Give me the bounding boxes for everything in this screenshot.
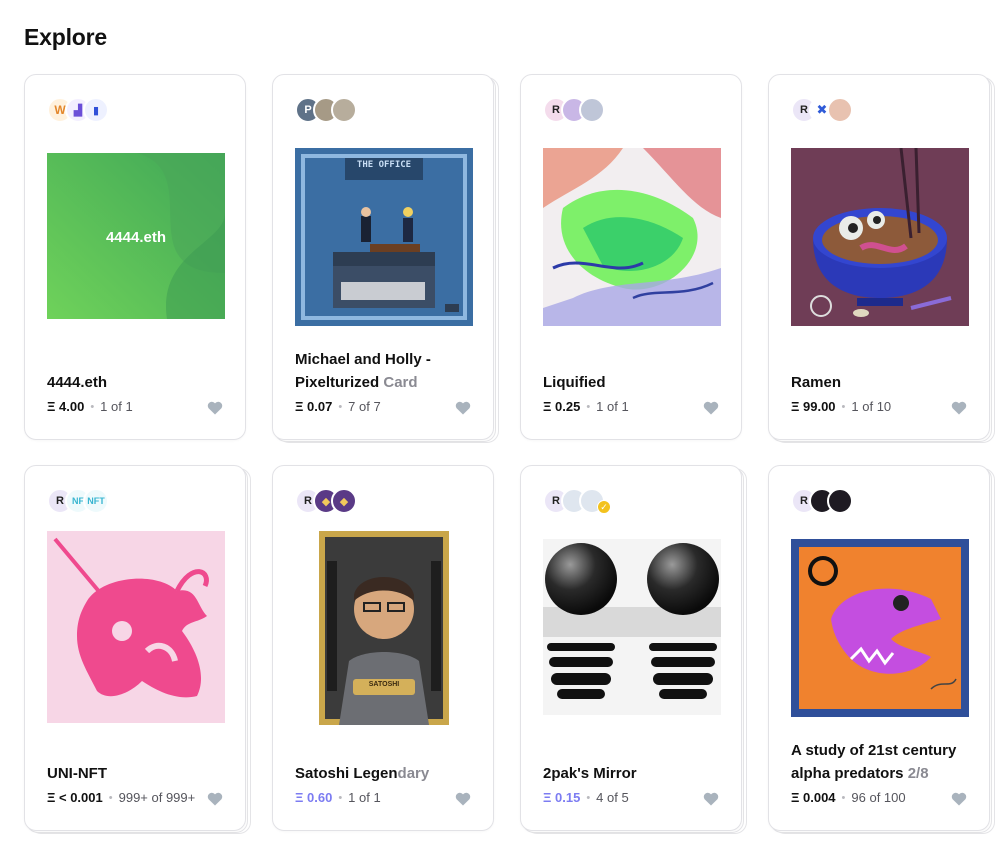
avatar[interactable]	[331, 97, 357, 123]
separator-dot: •	[338, 791, 343, 804]
nft-meta: Ξ 0.15 • 4 of 5	[543, 790, 629, 805]
heart-icon[interactable]	[951, 792, 967, 806]
nft-edition: 1 of 1	[100, 399, 133, 414]
nft-price: Ξ 0.07	[295, 399, 333, 414]
creator-avatars: R NF NFT	[47, 488, 109, 514]
nft-meta: Ξ 4.00 • 1 of 1	[47, 399, 133, 414]
nft-card[interactable]: R ✓ 2pak's Mirror Ξ 0.15 • 4 of 5	[520, 465, 747, 834]
nft-title[interactable]: 2pak's Mirror	[543, 762, 723, 785]
creator-avatars: R	[791, 488, 853, 514]
nft-thumbnail[interactable]	[47, 531, 225, 723]
heart-icon[interactable]	[455, 401, 471, 415]
nft-title[interactable]: Michael and Holly - Pixelturized Card	[295, 348, 475, 394]
creator-avatars: R ✖	[791, 97, 853, 123]
separator-dot: •	[586, 791, 591, 804]
separator-dot: •	[338, 400, 343, 413]
nft-card[interactable]: W ▟ ▮ 4444.eth 4444.eth Ξ 4.00 • 1 of 1	[24, 74, 248, 440]
nft-meta: Ξ 0.60 • 1 of 1	[295, 790, 381, 805]
avatar[interactable]	[579, 97, 605, 123]
nft-thumbnail[interactable]: ₿	[791, 539, 969, 717]
nft-thumbnail[interactable]: 4444.eth	[47, 153, 225, 319]
nft-meta: Ξ 0.004 • 96 of 100	[791, 790, 906, 805]
nft-price: Ξ < 0.001	[47, 790, 103, 805]
separator-dot: •	[586, 400, 591, 413]
avatar[interactable]: ◆	[331, 488, 357, 514]
nft-meta: Ξ 0.25 • 1 of 1	[543, 399, 629, 414]
nft-edition: 999+ of 999+	[118, 790, 196, 805]
nft-price: Ξ 99.00	[791, 399, 836, 414]
avatar[interactable]	[827, 97, 853, 123]
nft-title[interactable]: 4444.eth	[47, 371, 227, 394]
heart-icon[interactable]	[703, 401, 719, 415]
nft-title[interactable]: Satoshi Legendary	[295, 762, 475, 785]
nft-card[interactable]: P THE OFFICE Michael and Holly - Pixeltu…	[272, 74, 499, 443]
nft-card[interactable]: R NF NFT UNI-NFT Ξ < 0.001 • 999+ of 999…	[24, 465, 251, 834]
thumb-label: THE OFFICE	[356, 160, 412, 170]
nft-price: Ξ 4.00	[47, 399, 85, 414]
nft-card[interactable]: R ◆ ◆ SATOSHI Satoshi Legendary Ξ 0.60 •	[272, 465, 496, 831]
nft-thumbnail[interactable]: SATOSHI	[319, 531, 449, 725]
heart-icon[interactable]	[455, 792, 471, 806]
avatar[interactable]: ▮	[83, 97, 109, 123]
bitcoin-icon: ₿	[816, 561, 830, 578]
nft-card[interactable]: R ₿ A study of 21st century alpha predat…	[768, 465, 995, 834]
nft-edition: 4 of 5	[596, 790, 629, 805]
heart-icon[interactable]	[703, 792, 719, 806]
nft-edition: 1 of 1	[348, 790, 381, 805]
nft-title[interactable]: UNI-NFT	[47, 762, 227, 785]
nft-thumbnail[interactable]: THE OFFICE	[295, 148, 473, 326]
nft-price: Ξ 0.004	[791, 790, 836, 805]
creator-avatars: P	[295, 97, 357, 123]
verified-icon: ✓	[597, 500, 611, 514]
thumb-label: SATOSHI	[368, 681, 400, 688]
thumb-label: 4444.eth	[105, 229, 167, 246]
nft-edition: 7 of 7	[348, 399, 381, 414]
nft-edition: 1 of 10	[851, 399, 892, 414]
nft-card[interactable]: R Liquified Ξ 0.25 • 1 of 1	[520, 74, 744, 440]
avatar[interactable]	[827, 488, 853, 514]
nft-title[interactable]: A study of 21st century alpha predators …	[791, 739, 971, 785]
avatar[interactable]: NFT	[83, 488, 109, 514]
separator-dot: •	[108, 791, 113, 804]
nft-thumbnail[interactable]	[543, 539, 721, 715]
separator-dot: •	[90, 400, 95, 413]
nft-edition: 1 of 1	[596, 399, 629, 414]
nft-thumbnail[interactable]	[543, 148, 721, 326]
separator-dot: •	[841, 400, 846, 413]
creator-avatars: R	[543, 97, 605, 123]
nft-title[interactable]: Liquified	[543, 371, 723, 394]
creator-avatars: R ◆ ◆	[295, 488, 357, 514]
heart-icon[interactable]	[951, 401, 967, 415]
nft-edition: 96 of 100	[851, 790, 906, 805]
nft-price: Ξ 0.25	[543, 399, 581, 414]
page-title: Explore	[24, 24, 107, 50]
creator-avatars: R ✓	[543, 488, 611, 514]
separator-dot: •	[841, 791, 846, 804]
nft-meta: Ξ 0.07 • 7 of 7	[295, 399, 381, 414]
nft-meta: Ξ < 0.001 • 999+ of 999+	[47, 790, 195, 805]
nft-card[interactable]: R ✖ Ramen Ξ 99.00 • 1 of 10	[768, 74, 995, 443]
creator-avatars: W ▟ ▮	[47, 97, 109, 123]
heart-icon[interactable]	[207, 792, 223, 806]
nft-price: Ξ 0.60	[295, 790, 333, 805]
nft-meta: Ξ 99.00 • 1 of 10	[791, 399, 891, 414]
nft-title[interactable]: Ramen	[791, 371, 971, 394]
nft-price: Ξ 0.15	[543, 790, 581, 805]
nft-thumbnail[interactable]	[791, 148, 969, 326]
heart-icon[interactable]	[207, 401, 223, 415]
